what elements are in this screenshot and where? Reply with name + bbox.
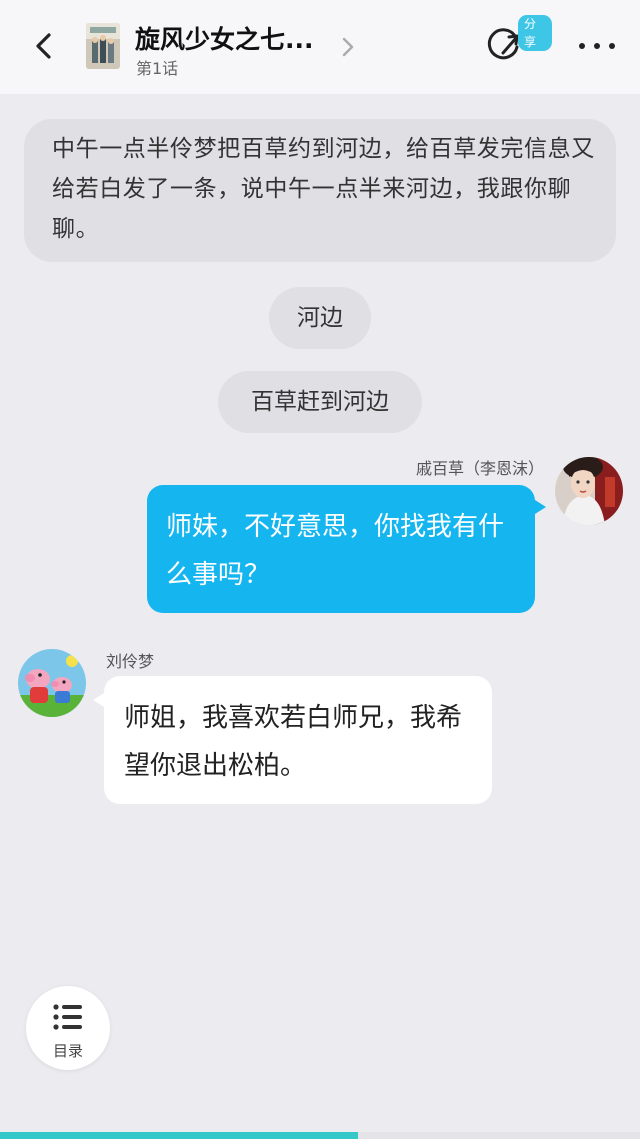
reading-progress-fill bbox=[0, 1132, 359, 1139]
back-arrow-icon bbox=[36, 33, 51, 59]
reading-progress-bar bbox=[0, 1132, 640, 1139]
avatar[interactable] bbox=[18, 649, 86, 717]
back-button[interactable] bbox=[24, 26, 64, 66]
scene-pill: 百草赶到河边 bbox=[218, 371, 422, 433]
sender-name: 刘伶梦 bbox=[106, 652, 155, 671]
bubble-tail bbox=[535, 500, 546, 514]
table-of-contents-button[interactable]: 目录 bbox=[26, 986, 110, 1070]
list-icon bbox=[53, 1004, 82, 1030]
share-badge: 分享 bbox=[518, 15, 552, 51]
more-icon bbox=[579, 43, 615, 49]
bubble-tail bbox=[93, 693, 104, 707]
scene-pill: 河边 bbox=[269, 287, 371, 349]
message-bubble-outgoing: 师妹，不好意思，你找我有什么事吗？ bbox=[147, 485, 535, 613]
title-chevron-button[interactable] bbox=[338, 34, 358, 60]
episode-label: 第1话 bbox=[136, 59, 179, 78]
avatar[interactable] bbox=[555, 457, 623, 525]
message-bubble-incoming: 师姐，我喜欢若白师兄，我希望你退出松柏。 bbox=[104, 676, 492, 804]
chevron-right-icon bbox=[342, 37, 354, 57]
more-button[interactable] bbox=[574, 30, 620, 62]
toc-label: 目录 bbox=[52, 1042, 83, 1060]
top-bar: 旋风少女之七... 第1话 分享 bbox=[0, 0, 640, 94]
sender-name: 戚百草（李恩沫） bbox=[415, 459, 544, 478]
book-cover[interactable] bbox=[86, 23, 120, 69]
narration-box: 中午一点半伶梦把百草约到河边，给百草发完信息又给若白发了一条，说中午一点半来河边… bbox=[24, 119, 616, 262]
share-button[interactable]: 分享 bbox=[482, 12, 552, 74]
page-title[interactable]: 旋风少女之七... bbox=[135, 20, 314, 56]
